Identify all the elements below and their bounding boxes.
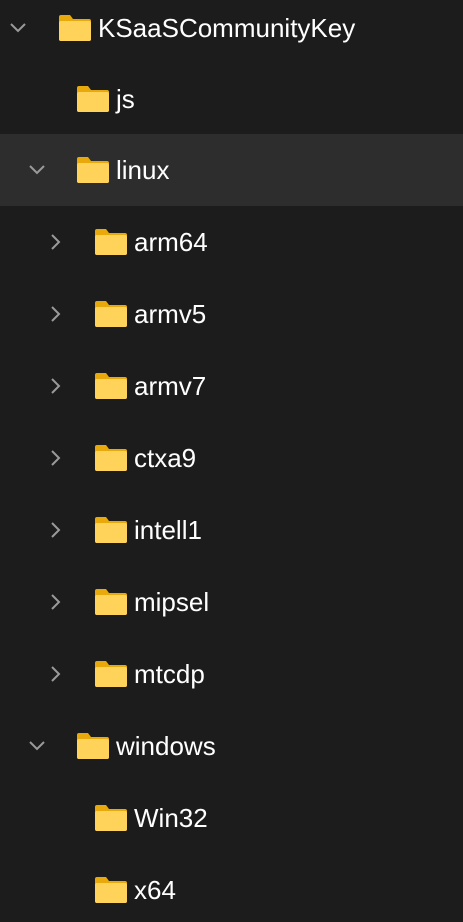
folder-icon — [94, 516, 128, 544]
tree-item-label: js — [116, 84, 135, 114]
tree-item-mipsel[interactable]: mipsel — [0, 566, 463, 638]
chevron-right-icon[interactable] — [46, 304, 66, 324]
folder-icon — [94, 660, 128, 688]
folder-icon — [76, 156, 110, 184]
chevron-right-icon[interactable] — [46, 592, 66, 612]
chevron-right-icon[interactable] — [46, 376, 66, 396]
folder-icon — [94, 228, 128, 256]
tree-item-x64[interactable]: x64 — [0, 854, 463, 922]
chevron-down-icon[interactable] — [27, 160, 47, 180]
tree-item-mtcdp[interactable]: mtcdp — [0, 638, 463, 710]
tree-item-label: intell1 — [134, 515, 202, 545]
folder-icon — [94, 876, 128, 904]
chevron-down-icon[interactable] — [27, 736, 47, 756]
folder-icon — [76, 85, 110, 113]
chevron-right-icon[interactable] — [46, 232, 66, 252]
tree-item-label: arm64 — [134, 227, 208, 257]
tree-item-label: mtcdp — [134, 659, 205, 689]
tree-item-js[interactable]: js — [0, 63, 463, 135]
folder-tree: KSaaSCommunityKey js linux arm64 armv5 a… — [0, 0, 463, 922]
tree-item-win32[interactable]: Win32 — [0, 782, 463, 854]
tree-item-label: KSaaSCommunityKey — [98, 13, 356, 43]
tree-item-label: armv5 — [134, 299, 207, 329]
tree-item-arm64[interactable]: arm64 — [0, 206, 463, 278]
tree-item-windows[interactable]: windows — [0, 710, 463, 782]
tree-item-label: windows — [116, 731, 216, 761]
folder-icon — [94, 588, 128, 616]
tree-item-label: ctxa9 — [134, 443, 197, 473]
chevron-right-icon[interactable] — [46, 520, 66, 540]
tree-item-linux[interactable]: linux — [0, 134, 463, 206]
folder-icon — [94, 804, 128, 832]
chevron-down-icon[interactable] — [8, 18, 28, 38]
chevron-right-icon[interactable] — [46, 664, 66, 684]
tree-item-label: linux — [116, 155, 170, 185]
tree-item-label: x64 — [134, 875, 176, 905]
folder-icon — [58, 14, 92, 42]
folder-icon — [94, 300, 128, 328]
tree-item-armv7[interactable]: armv7 — [0, 350, 463, 422]
tree-item-label: mipsel — [134, 587, 210, 617]
tree-item-armv5[interactable]: armv5 — [0, 278, 463, 350]
tree-item-intell1[interactable]: intell1 — [0, 494, 463, 566]
folder-icon — [94, 444, 128, 472]
tree-item-ctxa9[interactable]: ctxa9 — [0, 422, 463, 494]
tree-item-label: armv7 — [134, 371, 207, 401]
tree-item-label: Win32 — [134, 803, 208, 833]
tree-item-ksaascommunitykey[interactable]: KSaaSCommunityKey — [0, 0, 463, 64]
chevron-right-icon[interactable] — [46, 448, 66, 468]
folder-icon — [76, 732, 110, 760]
folder-icon — [94, 372, 128, 400]
